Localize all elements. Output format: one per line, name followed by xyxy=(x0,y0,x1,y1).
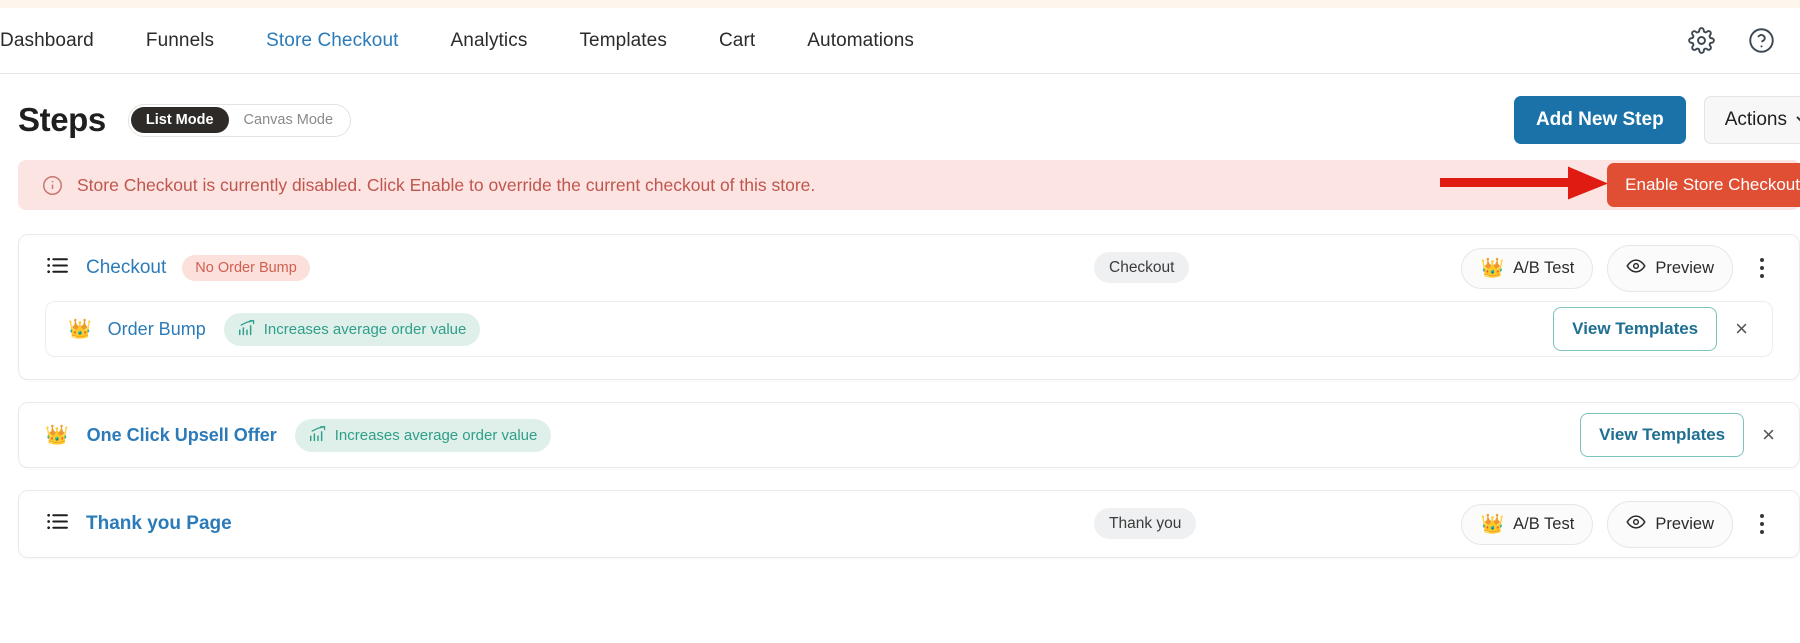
step-row-thank-you-page: Thank you Page Thank you 👑 A/B Test Prev… xyxy=(19,491,1799,557)
page-header: Steps List Mode Canvas Mode Add New Step… xyxy=(0,74,1800,160)
close-icon-one-click-upsell[interactable]: × xyxy=(1756,424,1781,446)
order-bump-wrap: 👑 Order Bump Increases average order val… xyxy=(19,301,1799,379)
nav-right-icons xyxy=(1686,26,1782,56)
add-new-step-button[interactable]: Add New Step xyxy=(1513,96,1686,144)
benefit-badge-one-click-upsell: Increases average order value xyxy=(294,418,552,452)
step-type-badge-thank-you: Thank you xyxy=(1094,508,1197,539)
chart-up-icon xyxy=(309,425,327,445)
ab-test-label: A/B Test xyxy=(1513,514,1575,533)
toggle-list-mode[interactable]: List Mode xyxy=(130,106,229,134)
store-checkout-disabled-alert: Store Checkout is currently disabled. Cl… xyxy=(18,160,1800,210)
close-icon-order-bump[interactable]: × xyxy=(1729,318,1754,340)
preview-button-checkout[interactable]: Preview xyxy=(1607,244,1733,292)
nav-item-funnels[interactable]: Funnels xyxy=(120,20,240,62)
step-name-thank-you-page[interactable]: Thank you Page xyxy=(86,513,232,535)
one-click-upsell-actions: View Templates × xyxy=(1580,413,1781,457)
status-badge-no-order-bump: No Order Bump xyxy=(182,254,310,282)
ab-test-label: A/B Test xyxy=(1513,258,1575,277)
nav-item-cart[interactable]: Cart xyxy=(693,20,781,62)
view-mode-toggle: List Mode Canvas Mode xyxy=(127,103,352,137)
main-navigation: Dashboard Funnels Store Checkout Analyti… xyxy=(0,8,1800,74)
preview-label: Preview xyxy=(1655,514,1714,533)
ab-test-button-thank-you-page[interactable]: 👑 A/B Test xyxy=(1461,503,1594,545)
info-circle-icon xyxy=(42,175,63,196)
preview-button-thank-you-page[interactable]: Preview xyxy=(1607,500,1733,548)
nav-item-templates[interactable]: Templates xyxy=(553,20,693,62)
crown-icon: 👑 xyxy=(1480,257,1505,279)
crown-icon: 👑 xyxy=(1480,513,1505,535)
red-arrow-annotation-icon xyxy=(1440,163,1610,208)
step-name-one-click-upsell[interactable]: One Click Upsell Offer xyxy=(87,425,277,446)
benefit-badge-order-bump: Increases average order value xyxy=(223,312,481,346)
ab-test-button-checkout[interactable]: 👑 A/B Test xyxy=(1461,247,1594,289)
nav-item-analytics[interactable]: Analytics xyxy=(425,20,554,62)
nav-item-automations[interactable]: Automations xyxy=(781,20,940,62)
chart-up-icon xyxy=(238,319,256,339)
actions-dropdown-button[interactable]: Actions xyxy=(1703,96,1800,144)
preview-label: Preview xyxy=(1655,258,1714,277)
step-actions-thank-you-page: 👑 A/B Test Preview xyxy=(1461,500,1775,548)
step-card-thank-you-page: Thank you Page Thank you 👑 A/B Test Prev… xyxy=(18,490,1800,558)
actions-dropdown-label: Actions xyxy=(1724,109,1787,130)
eye-icon xyxy=(1626,256,1646,281)
top-accent-strip xyxy=(0,0,1800,8)
steps-list: Checkout No Order Bump Checkout 👑 A/B Te… xyxy=(0,210,1800,558)
chevron-down-icon xyxy=(1796,107,1800,127)
view-templates-button-one-click-upsell[interactable]: View Templates xyxy=(1580,413,1745,457)
page-title: Steps xyxy=(18,101,106,138)
alert-message: Store Checkout is currently disabled. Cl… xyxy=(77,174,816,195)
step-row-checkout: Checkout No Order Bump Checkout 👑 A/B Te… xyxy=(19,235,1799,301)
header-actions: Add New Step Actions xyxy=(1513,96,1800,144)
toggle-canvas-mode[interactable]: Canvas Mode xyxy=(229,107,348,134)
step-left-thank-you-page: Thank you Page xyxy=(45,509,232,539)
eye-icon xyxy=(1626,512,1646,537)
order-bump-actions: View Templates × xyxy=(1553,307,1754,351)
nav-item-dashboard[interactable]: Dashboard xyxy=(0,20,120,62)
question-circle-icon[interactable] xyxy=(1746,26,1776,56)
crown-icon: 👑 xyxy=(68,318,92,340)
sub-step-name-order-bump[interactable]: Order Bump xyxy=(108,319,206,340)
benefit-badge-label: Increases average order value xyxy=(334,426,538,444)
step-type-badge-wrap-checkout: Checkout xyxy=(1094,252,1190,283)
step-name-checkout[interactable]: Checkout xyxy=(86,257,166,279)
enable-store-checkout-button[interactable]: Enable Store Checkout xyxy=(1607,163,1800,207)
crown-icon: 👑 xyxy=(45,424,69,446)
step-left-checkout: Checkout No Order Bump xyxy=(45,253,310,283)
nav-item-store-checkout[interactable]: Store Checkout xyxy=(240,20,424,62)
nav-items: Dashboard Funnels Store Checkout Analyti… xyxy=(0,20,1686,62)
step-row-one-click-upsell: 👑 One Click Upsell Offer Increases avera… xyxy=(19,403,1799,467)
list-icon xyxy=(45,509,70,539)
step-type-badge-wrap-thank-you: Thank you xyxy=(1094,508,1197,539)
sub-row-order-bump: 👑 Order Bump Increases average order val… xyxy=(45,301,1773,357)
step-type-badge-checkout: Checkout xyxy=(1094,252,1190,283)
view-templates-button-order-bump[interactable]: View Templates xyxy=(1553,307,1718,351)
step-actions-checkout: 👑 A/B Test Preview xyxy=(1461,244,1775,292)
more-options-icon-checkout[interactable] xyxy=(1749,253,1775,283)
more-options-icon-thank-you-page[interactable] xyxy=(1749,509,1775,539)
list-icon xyxy=(45,253,70,283)
benefit-badge-label: Increases average order value xyxy=(263,320,467,338)
gear-icon[interactable] xyxy=(1686,26,1716,56)
step-card-one-click-upsell: 👑 One Click Upsell Offer Increases avera… xyxy=(18,402,1800,468)
step-card-checkout: Checkout No Order Bump Checkout 👑 A/B Te… xyxy=(18,234,1800,380)
